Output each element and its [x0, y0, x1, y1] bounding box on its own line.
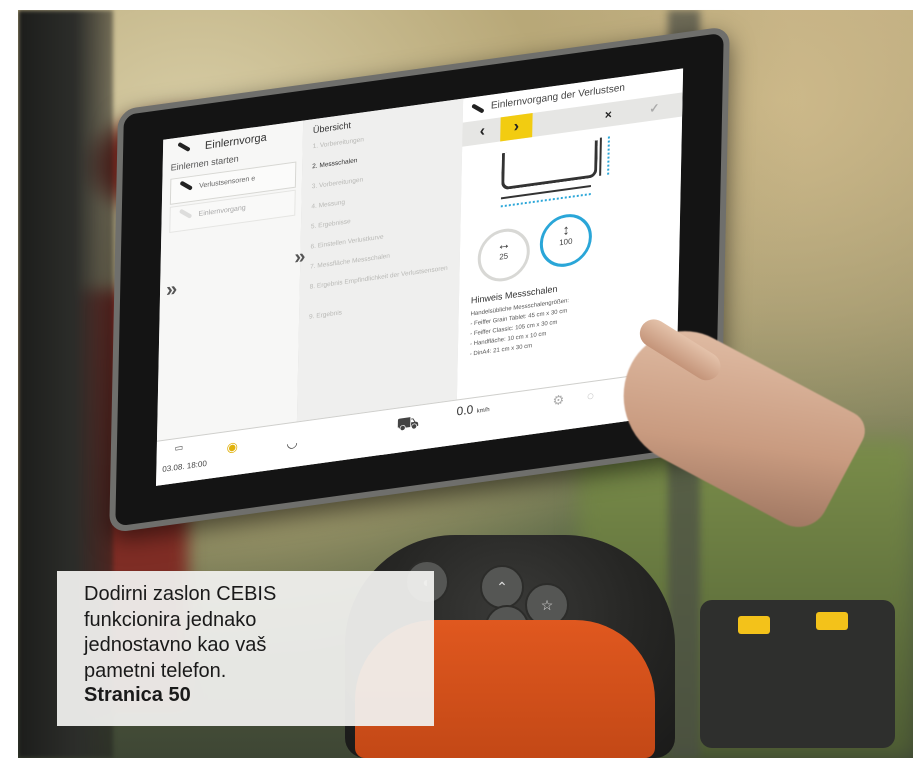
cebis-screen[interactable]: Einlernvorga Einlernen starten Verlustse… [156, 68, 684, 486]
overview-title: Übersicht [312, 119, 352, 136]
overview-step-active[interactable]: 2. Messschalen [312, 157, 357, 170]
confirm-button[interactable]: ✓ [638, 94, 670, 122]
sensor-probe-icon [179, 180, 194, 191]
overview-step[interactable]: 8. Ergebnis Empfindlichkeit der Verlusts… [310, 264, 450, 291]
warning-indicator-icon: ◉ [226, 438, 239, 456]
overview-step[interactable]: 9. Ergebnis [309, 309, 342, 321]
status-date: 03.08. 18:00 [162, 459, 207, 474]
combine-icon[interactable]: ⛟ [396, 412, 419, 439]
caption-text: Dodirni zaslon CEBIS funkcionira jednako… [84, 583, 277, 682]
battery-icon: ▭ [174, 442, 184, 454]
joystick-up-button: ⌃ [480, 565, 524, 609]
overview-panel: Übersicht 1. Vorbereitungen 2. Messschal… [294, 98, 465, 422]
sensor-probe-icon [471, 103, 485, 114]
speed-readout: 0.0 km/h [456, 400, 490, 419]
cebis-tablet: Einlernvorga Einlernen starten Verlustse… [109, 25, 730, 534]
yellow-key [816, 612, 848, 630]
date-text: 03.08. [162, 461, 185, 475]
yellow-key [738, 616, 770, 634]
next-button[interactable]: › [500, 113, 533, 142]
speed-unit: km/h [476, 406, 490, 415]
caption-page-ref[interactable]: Stranica 50 [84, 684, 191, 707]
height-dimension-line [599, 137, 602, 176]
width-gauge[interactable]: ↔ 25 [477, 225, 531, 285]
expand-chevron-icon[interactable]: » [294, 245, 306, 270]
left-panel: Einlernvorga Einlernen starten Verlustse… [156, 120, 305, 441]
overview-step[interactable]: 1. Vorbereitungen [313, 136, 364, 150]
overview-step[interactable]: 3. Vorbereitungen [312, 176, 363, 190]
sensor-probe-icon [178, 208, 193, 219]
grain-tank-icon[interactable]: ◡ [286, 434, 298, 452]
tray-diagram [501, 140, 598, 191]
close-button[interactable]: × [592, 100, 624, 128]
overview-step[interactable]: 6. Einstellen Verlustkurve [310, 234, 383, 251]
expand-chevron-icon[interactable]: » [166, 278, 178, 303]
overview-step[interactable]: 7. Messfläche Messschalen [310, 253, 390, 271]
list-item-label: Einlernvorgang [198, 204, 246, 218]
overview-step[interactable]: 4. Messung [311, 199, 345, 211]
time-text: 18:00 [186, 458, 207, 471]
list-item-label: Verlustsensoren e [199, 175, 256, 190]
left-panel-title: Einlernvorga [204, 131, 267, 153]
height-dimension-dots [607, 135, 613, 175]
height-gauge[interactable]: ↕ 100 [539, 210, 593, 271]
status-icon: ○ [586, 387, 595, 404]
speed-value: 0.0 [456, 402, 474, 419]
prev-button[interactable]: ‹ [466, 118, 498, 146]
sensor-probe-icon [177, 141, 191, 152]
engine-icon[interactable]: ⚙ [552, 392, 564, 410]
overview-step[interactable]: 5. Ergebnisse [311, 218, 351, 230]
side-control-panel [700, 600, 895, 748]
